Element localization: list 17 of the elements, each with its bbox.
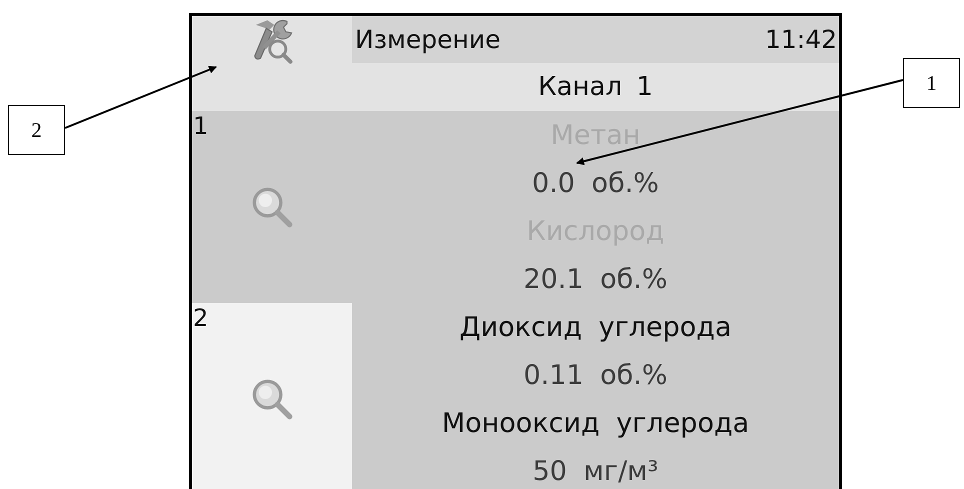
gas-name: Монооксид углерода xyxy=(442,406,750,440)
clock-time: 11:42 xyxy=(764,25,837,54)
gas-name: Диоксид углерода xyxy=(459,310,732,344)
sensor-number: 1 xyxy=(193,113,208,140)
gas-reading: 20.1 об.% xyxy=(523,262,668,296)
channel-label: Канал 1 xyxy=(352,63,839,111)
gas-reading: 0.0 об.% xyxy=(532,166,659,200)
gas-reading: 50 мг/м³ xyxy=(532,454,658,488)
sensor-panel[interactable]: 2 xyxy=(192,303,352,489)
search-icon[interactable] xyxy=(250,377,294,421)
search-icon[interactable] xyxy=(250,185,294,229)
screen-title: Измерение xyxy=(355,25,500,54)
gas-reading: 0.11 об.% xyxy=(523,358,668,392)
sensor-panel[interactable]: 1 xyxy=(192,111,352,303)
callout-label: 2 xyxy=(8,105,65,155)
sensor-number: 2 xyxy=(193,305,208,332)
callout-label: 1 xyxy=(903,58,960,108)
